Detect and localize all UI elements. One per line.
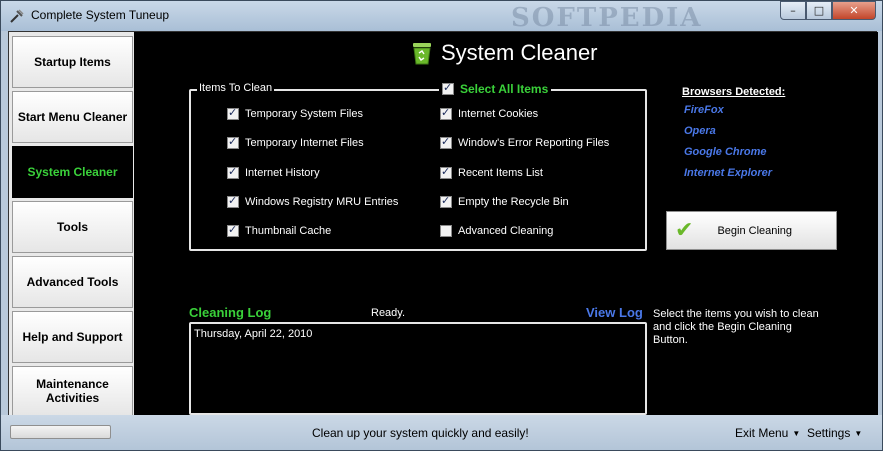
instructions-text: Select the items you wish to clean and c… xyxy=(653,308,819,346)
option-label: Window's Error Reporting Files xyxy=(458,137,610,149)
begin-cleaning-label: Begin Cleaning xyxy=(717,224,793,237)
progress-bar xyxy=(10,425,111,439)
window-title: Complete System Tuneup xyxy=(31,8,170,22)
option-label: Thumbnail Cache xyxy=(245,225,332,237)
option-label: Windows Registry MRU Entries xyxy=(245,196,399,208)
items-to-clean-label: Items To Clean xyxy=(197,82,275,94)
items-to-clean-group: Items To Clean Select All Items Temporar… xyxy=(189,81,647,251)
sidebar-item-advanced-tools[interactable]: Advanced Tools xyxy=(12,256,133,308)
app-window: Complete System Tuneup SOFTPEDIA – □ ✕ S… xyxy=(0,0,883,451)
view-log-link[interactable]: View Log xyxy=(586,305,643,320)
sidebar-item-label: Startup Items xyxy=(34,55,111,69)
sidebar-item-label: Help and Support xyxy=(22,330,123,344)
checkbox[interactable] xyxy=(227,106,239,120)
sidebar-item-start-menu-cleaner[interactable]: Start Menu Cleaner xyxy=(12,91,133,143)
option-internet-cookies[interactable]: Internet Cookies xyxy=(440,106,539,120)
browser-internet-explorer: Internet Explorer xyxy=(684,167,773,179)
maximize-button[interactable]: □ xyxy=(806,1,832,20)
checkbox[interactable] xyxy=(227,194,239,208)
chevron-down-icon: ▼ xyxy=(854,429,863,438)
option-label: Empty the Recycle Bin xyxy=(458,196,569,208)
checkbox[interactable] xyxy=(440,106,452,120)
title-bar[interactable]: Complete System Tuneup SOFTPEDIA – □ ✕ xyxy=(1,1,882,33)
select-all-checkbox[interactable]: Select All Items xyxy=(439,81,552,96)
sidebar-item-label: Advanced Tools xyxy=(26,275,119,289)
cleaning-log-title: Cleaning Log xyxy=(189,305,272,320)
sidebar-item-help-and-support[interactable]: Help and Support xyxy=(12,311,133,363)
minimize-icon: – xyxy=(790,4,796,17)
watermark-logo: SOFTPEDIA xyxy=(511,3,703,33)
settings-label: Settings xyxy=(807,426,851,440)
status-bar: Clean up your system quickly and easily!… xyxy=(1,415,882,450)
browser-opera: Opera xyxy=(684,125,716,137)
option-error-reporting-files[interactable]: Window's Error Reporting Files xyxy=(440,135,610,149)
begin-cleaning-button[interactable]: ✔ Begin Cleaning xyxy=(666,211,837,250)
checkbox[interactable] xyxy=(227,135,239,149)
checkmark-icon: ✔ xyxy=(675,218,694,243)
option-label: Internet History xyxy=(245,167,320,179)
option-windows-registry-mru[interactable]: Windows Registry MRU Entries xyxy=(227,194,399,208)
cleaning-log-box[interactable]: Thursday, April 22, 2010 xyxy=(189,322,647,415)
page-title: System Cleaner xyxy=(441,40,598,65)
option-label: Temporary Internet Files xyxy=(245,137,364,149)
option-thumbnail-cache[interactable]: Thumbnail Cache xyxy=(227,223,332,237)
window-controls: – □ ✕ xyxy=(780,1,876,21)
option-internet-history[interactable]: Internet History xyxy=(227,165,320,179)
sidebar-item-label: System Cleaner xyxy=(27,165,118,179)
checkbox[interactable] xyxy=(227,165,239,179)
browsers-detected-heading: Browsers Detected: xyxy=(682,86,786,98)
option-empty-recycle-bin[interactable]: Empty the Recycle Bin xyxy=(440,194,569,208)
close-icon: ✕ xyxy=(849,4,859,17)
tools-icon xyxy=(10,9,24,23)
option-temporary-internet-files[interactable]: Temporary Internet Files xyxy=(227,135,364,149)
chevron-down-icon: ▼ xyxy=(792,429,801,438)
option-label: Recent Items List xyxy=(458,167,543,179)
checkbox[interactable] xyxy=(440,194,452,208)
checkbox[interactable] xyxy=(440,225,452,237)
log-line: Thursday, April 22, 2010 xyxy=(194,328,313,340)
browser-firefox: FireFox xyxy=(684,104,724,116)
sidebar-item-startup-items[interactable]: Startup Items xyxy=(12,36,133,88)
status-text: Ready. xyxy=(371,307,406,319)
client-area: Startup Items Start Menu Cleaner System … xyxy=(8,31,878,416)
option-recent-items-list[interactable]: Recent Items List xyxy=(440,165,543,179)
select-all-label: Select All Items xyxy=(460,82,549,96)
maximize-icon: □ xyxy=(813,4,825,17)
sidebar-item-system-cleaner[interactable]: System Cleaner xyxy=(12,146,133,198)
option-label: Advanced Cleaning xyxy=(458,225,554,237)
option-temporary-system-files[interactable]: Temporary System Files xyxy=(227,106,363,120)
sidebar-item-label: Maintenance Activities xyxy=(36,377,109,405)
page-header: System Cleaner xyxy=(411,40,598,66)
checkbox[interactable] xyxy=(440,165,452,179)
exit-menu[interactable]: Exit Menu ▼ xyxy=(735,426,800,440)
sidebar-item-label: Start Menu Cleaner xyxy=(17,110,128,124)
option-label: Temporary System Files xyxy=(245,108,363,120)
close-button[interactable]: ✕ xyxy=(832,1,876,20)
checkbox[interactable] xyxy=(440,135,452,149)
tagline: Clean up your system quickly and easily! xyxy=(312,426,529,440)
minimize-button[interactable]: – xyxy=(780,1,806,20)
sidebar-item-maintenance-activities[interactable]: Maintenance Activities xyxy=(12,366,133,416)
sidebar-item-label: Tools xyxy=(56,220,89,234)
settings-menu[interactable]: Settings ▼ xyxy=(807,426,862,440)
exit-menu-label: Exit Menu xyxy=(735,426,789,440)
checkbox[interactable] xyxy=(227,223,239,237)
recycle-bin-icon xyxy=(413,43,431,65)
option-advanced-cleaning[interactable]: Advanced Cleaning xyxy=(440,225,553,237)
browser-google-chrome: Google Chrome xyxy=(684,146,767,158)
checkbox[interactable] xyxy=(442,81,454,95)
sidebar-item-tools[interactable]: Tools xyxy=(12,201,133,253)
sidebar: Startup Items Start Menu Cleaner System … xyxy=(9,32,134,416)
main-panel: System Cleaner Items To Clean Select All… xyxy=(134,32,878,416)
option-label: Internet Cookies xyxy=(458,108,539,120)
